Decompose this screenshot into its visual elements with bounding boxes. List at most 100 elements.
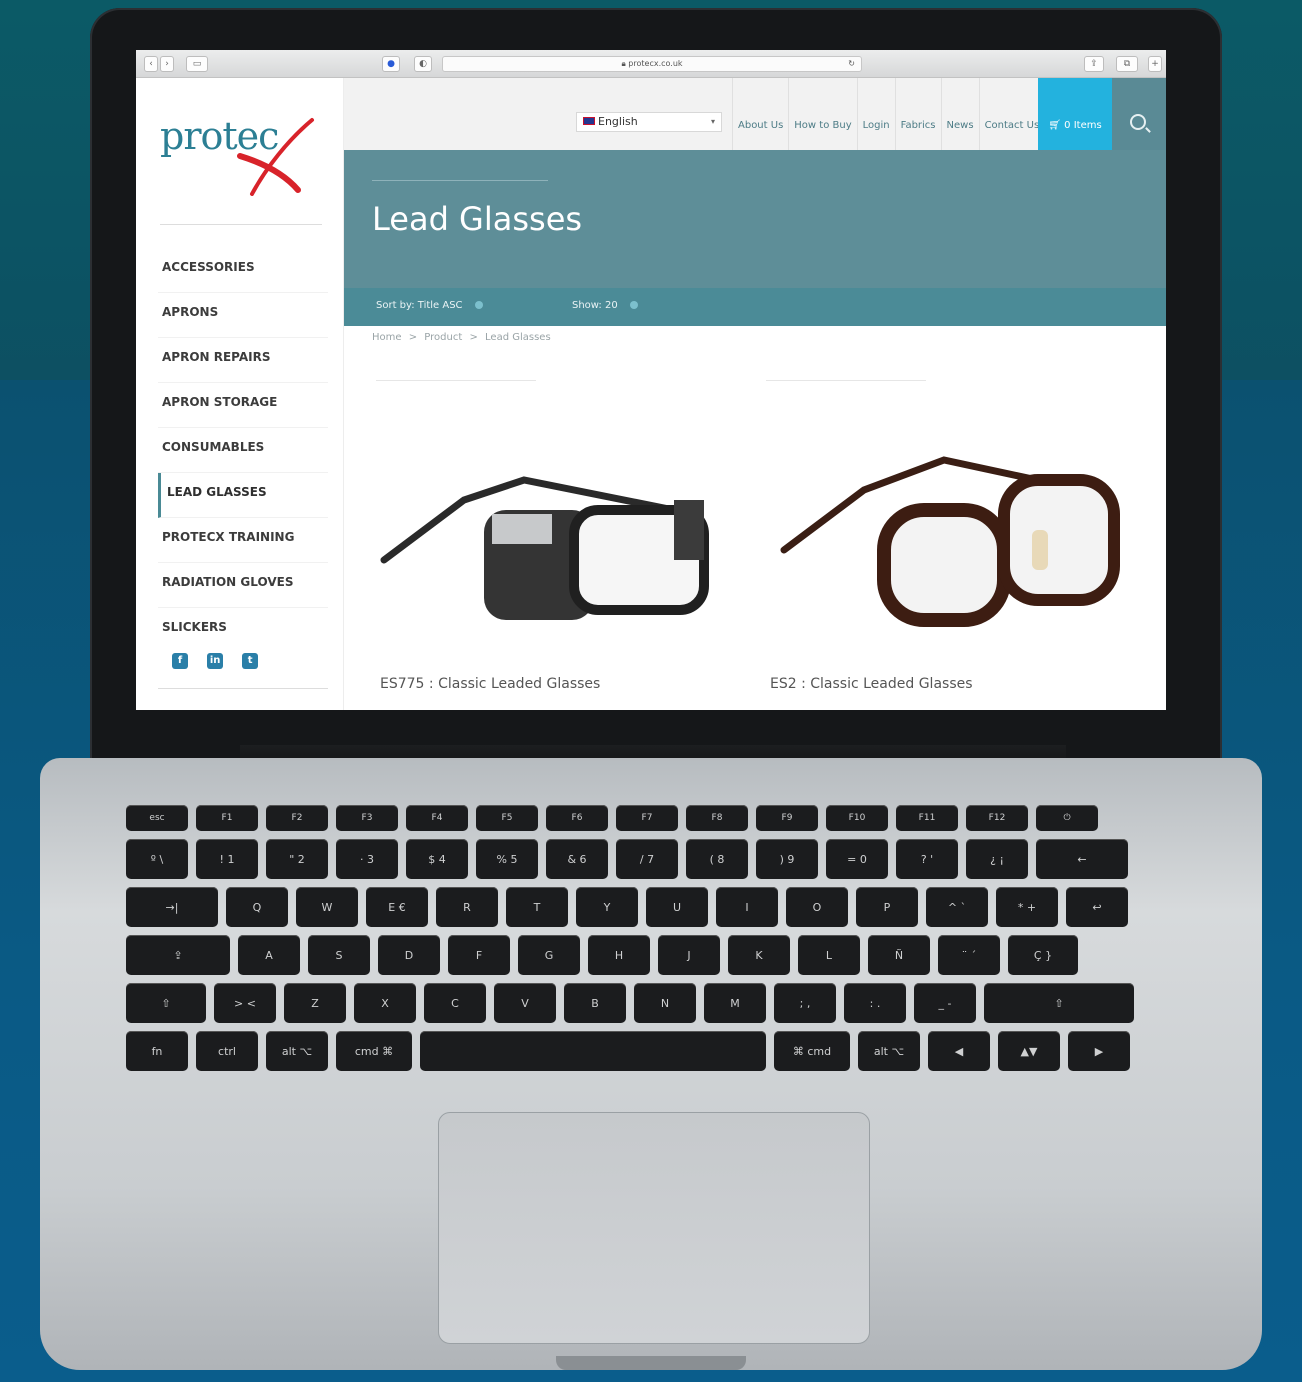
keyboard-key[interactable]: ! 1 — [196, 839, 258, 879]
keyboard-key[interactable]: / 7 — [616, 839, 678, 879]
keyboard-key[interactable]: E € — [366, 887, 428, 927]
keyboard-key[interactable]: ⇪ — [126, 935, 230, 975]
keyboard-key[interactable]: F9 — [756, 805, 818, 831]
reload-icon[interactable]: ↻ — [848, 57, 855, 71]
tabs-button[interactable]: ⧉ — [1116, 56, 1138, 72]
keyboard-key[interactable]: : . — [844, 983, 906, 1023]
keyboard-key[interactable]: F6 — [546, 805, 608, 831]
sidebar-item-slickers[interactable]: SLICKERS — [158, 608, 328, 653]
keyboard-key[interactable]: ⏻ — [1036, 805, 1098, 831]
keyboard-key[interactable]: P — [856, 887, 918, 927]
sidebar-item-aprons[interactable]: APRONS — [158, 293, 328, 338]
new-tab-button[interactable]: + — [1148, 56, 1162, 72]
keyboard-key[interactable]: ; , — [774, 983, 836, 1023]
sidebar-item-accessories[interactable]: ACCESSORIES — [158, 248, 328, 293]
trackpad[interactable] — [438, 1112, 870, 1344]
sort-select[interactable]: Sort by: Title ASC — [376, 300, 483, 311]
keyboard-key[interactable]: º \ — [126, 839, 188, 879]
keyboard-key[interactable]: ↩ — [1066, 887, 1128, 927]
privacy-icon[interactable]: ◐ — [414, 56, 432, 72]
keyboard-key[interactable]: & 6 — [546, 839, 608, 879]
keyboard-key[interactable]: W — [296, 887, 358, 927]
breadcrumb-home[interactable]: Home — [372, 332, 402, 343]
keyboard-key[interactable]: F8 — [686, 805, 748, 831]
space-key[interactable] — [420, 1031, 766, 1071]
keyboard-key[interactable]: " 2 — [266, 839, 328, 879]
keyboard-key[interactable]: cmd ⌘ — [336, 1031, 412, 1071]
keyboard-key[interactable]: J — [658, 935, 720, 975]
product-title[interactable]: ES2 : Classic Leaded Glasses — [770, 676, 973, 692]
keyboard-key[interactable]: Ç } — [1008, 935, 1078, 975]
keyboard-key[interactable]: ← — [1036, 839, 1128, 879]
sidebar-item-apron-repairs[interactable]: APRON REPAIRS — [158, 338, 328, 383]
keyboard-key[interactable]: F — [448, 935, 510, 975]
nav-how-to-buy[interactable]: How to Buy — [788, 78, 856, 150]
keyboard-key[interactable]: F11 — [896, 805, 958, 831]
keyboard-key[interactable]: X — [354, 983, 416, 1023]
search-button[interactable] — [1112, 78, 1166, 150]
keyboard-key[interactable]: F10 — [826, 805, 888, 831]
keyboard-key[interactable]: ¨ ´ — [938, 935, 1000, 975]
keyboard-key[interactable]: F2 — [266, 805, 328, 831]
keyboard-key[interactable]: ⇧ — [984, 983, 1134, 1023]
address-bar[interactable]: 🔒︎ protecx.co.uk ↻ — [442, 56, 862, 72]
keyboard-key[interactable]: F7 — [616, 805, 678, 831]
keyboard-key[interactable]: _ - — [914, 983, 976, 1023]
keyboard-key[interactable]: C — [424, 983, 486, 1023]
keyboard-key[interactable]: ▲▼ — [998, 1031, 1060, 1071]
language-select[interactable]: English ▾ — [576, 112, 722, 132]
keyboard-key[interactable]: fn — [126, 1031, 188, 1071]
keyboard-key[interactable]: ? ' — [896, 839, 958, 879]
keyboard-key[interactable]: R — [436, 887, 498, 927]
keyboard-key[interactable]: →| — [126, 887, 218, 927]
keyboard-key[interactable]: O — [786, 887, 848, 927]
keyboard-key[interactable]: T — [506, 887, 568, 927]
keyboard-key[interactable]: B — [564, 983, 626, 1023]
nav-contact-us[interactable]: Contact Us — [978, 78, 1045, 150]
product-image[interactable] — [374, 440, 734, 630]
keyboard-key[interactable]: F12 — [966, 805, 1028, 831]
breadcrumb-product[interactable]: Product — [424, 332, 462, 343]
sidebar-toggle-button[interactable]: ▭ — [186, 56, 208, 72]
sidebar-item-apron-storage[interactable]: APRON STORAGE — [158, 383, 328, 428]
sidebar-item-lead-glasses[interactable]: LEAD GLASSES — [158, 473, 328, 518]
keyboard-key[interactable]: F3 — [336, 805, 398, 831]
sidebar-item-consumables[interactable]: CONSUMABLES — [158, 428, 328, 473]
product-card[interactable]: ES2 : Classic Leaded Glasses — [764, 380, 1124, 692]
keyboard-key[interactable]: H — [588, 935, 650, 975]
sidebar-item-protecx-training[interactable]: PROTECX TRAINING — [158, 518, 328, 563]
keyboard-key[interactable]: F5 — [476, 805, 538, 831]
twitter-icon[interactable]: t — [242, 653, 259, 669]
linkedin-icon[interactable]: in — [207, 653, 224, 669]
keyboard-key[interactable]: $ 4 — [406, 839, 468, 879]
keyboard-key[interactable]: F1 — [196, 805, 258, 831]
keyboard-key[interactable]: U — [646, 887, 708, 927]
keyboard-key[interactable]: ^ ` — [926, 887, 988, 927]
nav-about-us[interactable]: About Us — [732, 78, 788, 150]
keyboard-key[interactable]: esc — [126, 805, 188, 831]
keyboard-key[interactable]: S — [308, 935, 370, 975]
product-card[interactable]: ES775 : Classic Leaded Glasses — [374, 380, 734, 692]
keyboard-key[interactable]: = 0 — [826, 839, 888, 879]
keyboard-key[interactable]: F4 — [406, 805, 468, 831]
keyboard-key[interactable]: M — [704, 983, 766, 1023]
keyboard-key[interactable]: L — [798, 935, 860, 975]
keyboard-key[interactable]: > < — [214, 983, 276, 1023]
cart-button[interactable]: 🛒︎ 0 Items — [1038, 78, 1112, 150]
sidebar-item-radiation-gloves[interactable]: RADIATION GLOVES — [158, 563, 328, 608]
keyboard-key[interactable]: alt ⌥ — [858, 1031, 920, 1071]
keyboard-key[interactable]: A — [238, 935, 300, 975]
keyboard-key[interactable]: Z — [284, 983, 346, 1023]
facebook-icon[interactable]: f — [172, 653, 188, 669]
forward-button[interactable]: › — [160, 56, 174, 72]
keyboard-key[interactable]: ⌘ cmd — [774, 1031, 850, 1071]
keyboard-key[interactable]: V — [494, 983, 556, 1023]
keyboard-key[interactable]: Q — [226, 887, 288, 927]
nav-login[interactable]: Login — [856, 78, 895, 150]
keyboard-key[interactable]: · 3 — [336, 839, 398, 879]
keyboard-key[interactable]: I — [716, 887, 778, 927]
product-image[interactable] — [764, 440, 1124, 630]
keyboard-key[interactable]: ctrl — [196, 1031, 258, 1071]
back-button[interactable]: ‹ — [144, 56, 158, 72]
keyboard-key[interactable]: Ñ — [868, 935, 930, 975]
